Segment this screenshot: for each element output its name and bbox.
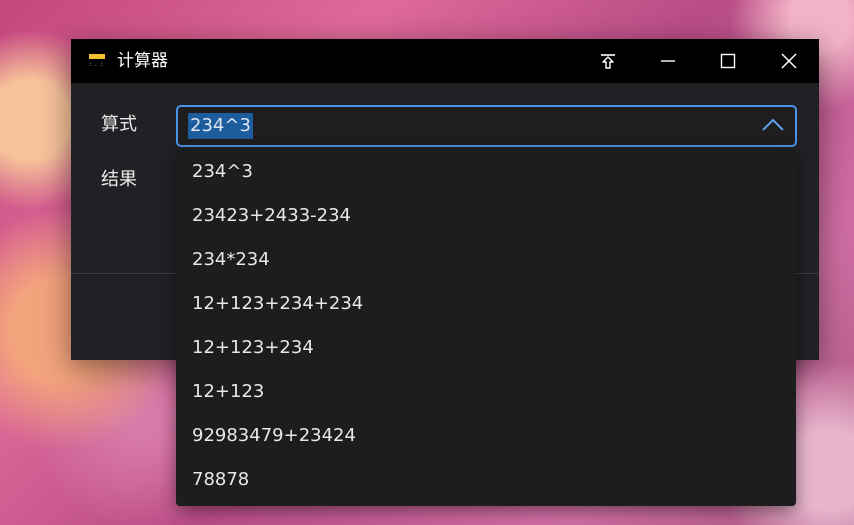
title-bar[interactable]: : . : 计算器 (71, 39, 819, 83)
history-item[interactable]: 12+123+234 (192, 326, 314, 370)
history-item[interactable]: 12+123+234+234 (192, 282, 363, 326)
expression-history-dropdown: 234^3 23423+2433-234 234*234 12+123+234+… (176, 150, 796, 506)
pin-top-icon (601, 54, 615, 69)
calculator-icon: : . : (89, 54, 105, 68)
history-item[interactable]: 234*234 (192, 238, 270, 282)
minimize-button[interactable] (638, 39, 698, 83)
window-title: 计算器 (117, 51, 168, 71)
history-item[interactable]: 234^3 (192, 150, 253, 194)
result-label: 结果 (101, 169, 137, 190)
history-item[interactable]: 12+123 (192, 370, 264, 414)
close-button[interactable] (759, 39, 819, 83)
expression-label: 算式 (101, 114, 137, 135)
close-icon (781, 53, 797, 69)
minimize-icon (661, 60, 675, 62)
expression-combobox[interactable]: 234^3 (176, 105, 797, 147)
expression-input-text[interactable]: 234^3 (188, 113, 253, 139)
history-item[interactable]: 23423+2433-234 (192, 194, 351, 238)
history-item[interactable]: 92983479+23424 (192, 414, 356, 458)
pin-top-button[interactable] (578, 39, 638, 83)
maximize-icon (720, 53, 736, 69)
chevron-up-icon[interactable] (761, 117, 785, 133)
history-item[interactable]: 78878 (192, 458, 249, 502)
maximize-button[interactable] (698, 39, 758, 83)
